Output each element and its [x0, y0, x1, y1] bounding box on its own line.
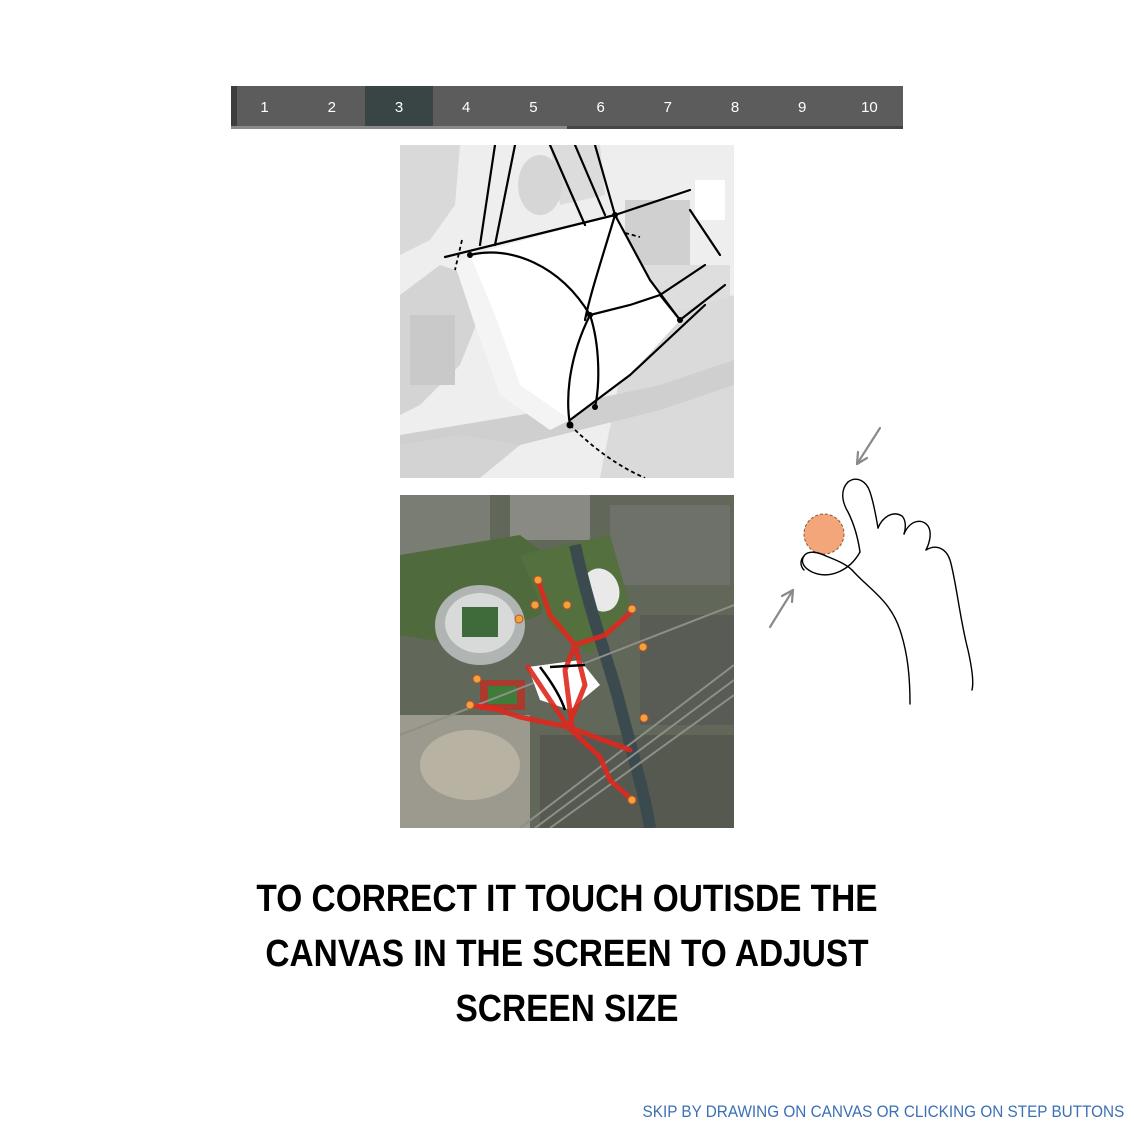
step-button-1[interactable]: 1 [231, 86, 298, 129]
instruction-line-3: SCREEN SIZE [455, 988, 679, 1030]
step-navigation: 1 2 3 4 5 6 7 8 9 10 [231, 86, 903, 129]
instruction-line-1: TO CORRECT IT TOUCH OUTISDE THE [256, 878, 878, 920]
step-button-9[interactable]: 9 [769, 86, 836, 129]
instruction-text: TO CORRECT IT TOUCH OUTISDE THE CANVAS I… [200, 872, 934, 1037]
step-button-5[interactable]: 5 [500, 86, 567, 129]
sketch-canvas[interactable] [400, 145, 734, 478]
map-drawing [400, 495, 734, 828]
step-button-10[interactable]: 10 [836, 86, 903, 129]
step-progress-bar [231, 126, 567, 129]
step-button-2[interactable]: 2 [298, 86, 365, 129]
sketch-drawing [400, 145, 734, 478]
skip-hint-link[interactable]: SKIP BY DRAWING ON CANVAS OR CLICKING ON… [642, 1102, 1124, 1122]
instruction-line-2: CANVAS IN THE SCREEN TO ADJUST [265, 933, 869, 975]
step-button-3[interactable]: 3 [365, 86, 433, 129]
step-button-8[interactable]: 8 [701, 86, 768, 129]
pinch-zoom-hand-icon [760, 420, 990, 720]
step-button-7[interactable]: 7 [634, 86, 701, 129]
map-canvas[interactable] [400, 495, 734, 828]
step-button-4[interactable]: 4 [433, 86, 500, 129]
step-button-6[interactable]: 6 [567, 86, 634, 129]
